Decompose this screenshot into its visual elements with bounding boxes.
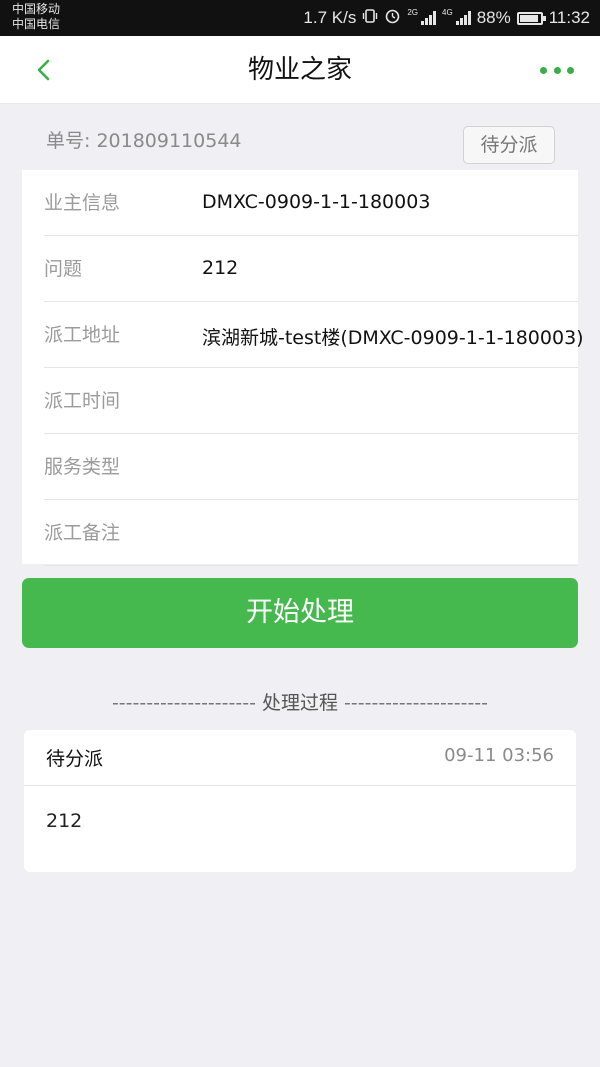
app-header: 物业之家 [0,36,600,104]
info-value: 滨湖新城-test楼(DMXC-0909-1-1-180003) [202,327,584,349]
dash-divider-left: --------------------- [111,692,256,714]
network-type-1: 2G [407,8,419,17]
network-type-2: 4G [442,8,453,17]
signal-icon [455,11,471,25]
info-label: 服务类型 [44,456,121,478]
dash-divider-right: --------------------- [344,692,489,714]
info-row-service-type: 服务类型 [44,434,578,500]
info-row-dispatch-time: 派工时间 [44,368,578,434]
status-badge: 待分派 [463,126,555,164]
battery-icon [516,11,546,25]
order-number: 单号: 201809110544 [46,130,242,152]
process-status: 待分派 [46,748,104,770]
info-label: 派工地址 [44,324,121,346]
status-bar: 中国移动 中国电信 1.7 K/s 2G 4G 88% 11:32 [0,0,600,36]
more-dots-icon [553,66,561,74]
info-value: DMXC-0909-1-1-180003 [202,191,431,213]
order-info-card: 业主信息 DMXC-0909-1-1-180003 问题 212 派工地址 滨湖… [22,170,584,566]
info-row-remarks: 派工备注 [44,500,578,566]
clock: 11:32 [548,8,590,27]
info-row-problem: 问题 212 [44,236,578,302]
page-title: 物业之家 [247,55,352,85]
process-content: 212 [46,810,83,832]
info-row-owner: 业主信息 DMXC-0909-1-1-180003 [44,170,578,236]
info-value: 212 [202,257,239,279]
process-entry-header: 待分派 09-11 03:56 [24,730,576,786]
carrier-1: 中国移动 [12,2,61,16]
more-button[interactable] [540,58,574,82]
info-label: 问题 [44,258,83,280]
battery-level: 88% [476,8,511,27]
carrier-2: 中国电信 [12,17,61,31]
alarm-icon [384,7,401,29]
signal-icon [421,11,437,25]
info-label: 派工时间 [44,390,121,412]
vibrate-icon [362,8,378,29]
process-section-title: --------------------- 处理过程 -------------… [0,688,600,715]
info-label: 派工备注 [44,522,121,544]
info-label: 业主信息 [44,192,121,214]
process-card: 待分派 09-11 03:56 212 [24,730,576,872]
more-dots-icon [540,66,547,74]
net-speed: 1.7 K/s [303,8,357,27]
more-dots-icon [567,66,574,74]
info-row-address: 派工地址 滨湖新城-test楼(DMXC-0909-1-1-180003) [44,302,584,368]
process-timestamp: 09-11 03:56 [444,745,554,766]
process-title-text: 处理过程 [261,692,338,714]
status-indicators: 1.7 K/s 2G 4G 88% 11:32 [303,0,590,36]
carrier-info: 中国移动 中国电信 [12,2,60,32]
start-processing-button[interactable]: 开始处理 [22,578,578,648]
